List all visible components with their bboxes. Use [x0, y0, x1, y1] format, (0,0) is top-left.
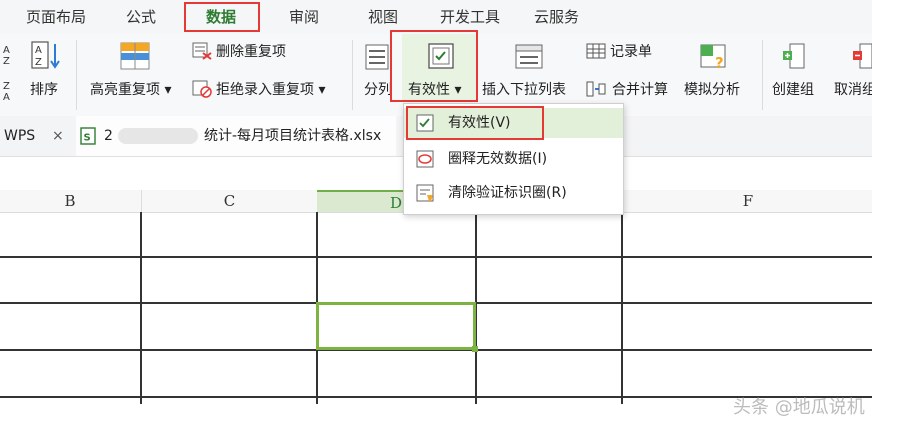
split-columns-icon[interactable]	[364, 42, 390, 70]
insert-dropdown-list-icon[interactable]	[514, 42, 544, 70]
consolidate-button[interactable]: 合并计算	[612, 80, 668, 100]
svg-text:Z: Z	[3, 56, 10, 66]
remove-duplicates-icon	[192, 42, 212, 60]
consolidate-icon	[586, 81, 606, 97]
menu-item-circle-invalid-label: 圈释无效数据(I)	[448, 151, 548, 167]
svg-text:Z: Z	[35, 57, 42, 68]
menu-item-clear-circles-label: 清除验证标识圈(R)	[448, 185, 567, 201]
ungroup-button[interactable]: 取消组	[834, 80, 872, 100]
grid-line	[0, 256, 872, 258]
remove-duplicates-button[interactable]: 删除重复项	[216, 42, 286, 62]
create-group-icon[interactable]	[782, 42, 806, 70]
svg-text:?: ?	[715, 54, 724, 70]
column-header-c[interactable]: C	[141, 190, 317, 212]
svg-text:S: S	[84, 133, 91, 144]
insert-dropdown-list-button[interactable]: 插入下拉列表	[482, 80, 566, 100]
validity-dropdown-menu: 有效性(V) 圈释无效数据(I) 清除验证标识圈(R)	[403, 103, 624, 215]
circle-invalid-icon	[416, 150, 434, 168]
svg-text:Z: Z	[3, 81, 10, 92]
svg-text:A: A	[3, 45, 10, 56]
tab-view[interactable]: 视图	[368, 6, 398, 28]
sort-desc-icon[interactable]: Z A	[2, 78, 16, 102]
what-if-analysis-icon[interactable]: ?	[700, 42, 730, 70]
watermark: 头条 @地瓜说机	[733, 397, 865, 418]
svg-text:A: A	[35, 45, 42, 56]
selected-cell-d[interactable]	[316, 302, 478, 352]
tab-review[interactable]: 审阅	[289, 6, 319, 28]
file-tab[interactable]: S 2 统计-每月项目统计表格.xlsx	[76, 116, 396, 156]
data-tab-highlight	[184, 2, 260, 32]
reject-duplicates-button[interactable]: 拒绝录入重复项 ▾	[216, 80, 325, 100]
file-name: 统计-每月项目统计表格.xlsx	[204, 128, 382, 144]
create-group-button[interactable]: 创建组	[772, 80, 814, 100]
clear-validation-circles-icon	[416, 184, 434, 202]
validity-item-highlight	[406, 106, 544, 140]
file-name-prefix: 2	[104, 128, 113, 144]
grid-line	[140, 212, 142, 404]
sort-asc-icon[interactable]: A Z	[2, 42, 16, 66]
excel-file-icon: S	[80, 127, 96, 145]
ungroup-icon[interactable]	[852, 42, 872, 70]
tab-page-layout[interactable]: 页面布局	[26, 6, 86, 28]
sort-az-icon[interactable]: A Z	[30, 40, 64, 70]
validity-highlight	[390, 30, 478, 102]
column-header-f[interactable]: F	[622, 190, 873, 212]
menu-item-clear-circles[interactable]: 清除验证标识圈(R)	[404, 178, 623, 208]
highlight-duplicates-icon[interactable]	[120, 42, 150, 70]
highlight-duplicates-button[interactable]: 高亮重复项 ▾	[90, 80, 171, 100]
column-header-b[interactable]: B	[0, 190, 140, 212]
record-sheet-icon	[586, 43, 606, 59]
tab-developer[interactable]: 开发工具	[440, 6, 500, 28]
ribbon-separator	[76, 40, 77, 110]
record-sheet-button[interactable]: 记录单	[610, 42, 652, 62]
ribbon-separator	[352, 40, 353, 110]
svg-text:A: A	[3, 92, 10, 102]
fill-handle[interactable]	[472, 346, 478, 352]
wps-home-tab[interactable]: WPS	[4, 126, 35, 146]
reject-duplicates-icon	[192, 80, 212, 98]
split-columns-button[interactable]: 分列	[364, 80, 392, 100]
menu-bar: 页面布局 公式 数据 审阅 视图 开发工具 云服务	[0, 0, 872, 34]
sort-button[interactable]: 排序	[30, 80, 58, 100]
grid-line	[621, 212, 623, 404]
close-tab-icon[interactable]: ×	[52, 126, 64, 146]
tab-formulas[interactable]: 公式	[126, 6, 156, 28]
what-if-analysis-button[interactable]: 模拟分析	[684, 80, 740, 100]
tab-cloud[interactable]: 云服务	[534, 6, 579, 28]
blurred-filename-part	[118, 128, 198, 144]
ungroup-label-clip: 取消组	[834, 80, 872, 100]
menu-item-circle-invalid[interactable]: 圈释无效数据(I)	[404, 144, 623, 174]
ribbon-separator	[762, 40, 763, 110]
